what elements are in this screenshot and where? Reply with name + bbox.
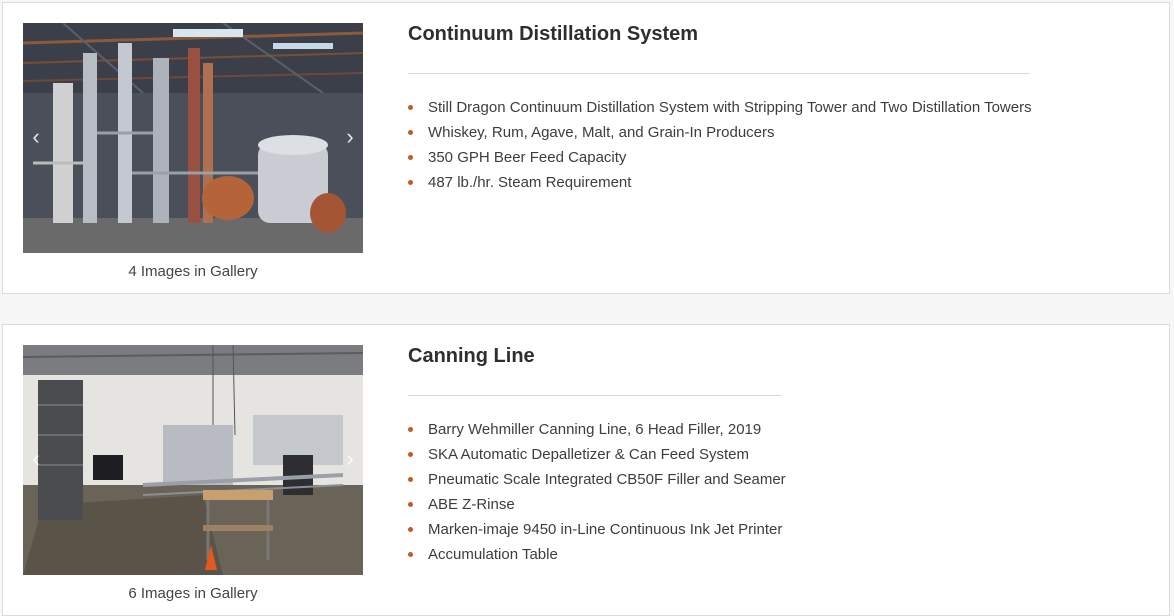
feature-text: ABE Z-Rinse [428, 496, 515, 513]
gallery-next-arrow-icon[interactable]: › [343, 125, 357, 149]
bullet-icon [408, 130, 413, 135]
bullet-icon [408, 180, 413, 185]
feature-item: Pneumatic Scale Integrated CB50F Filler … [408, 467, 786, 492]
feature-text: 350 GPH Beer Feed Capacity [428, 149, 627, 166]
listing-title: Canning Line [408, 345, 535, 367]
bullet-icon [408, 477, 413, 482]
feature-item: 487 lb./hr. Steam Requirement [408, 170, 1032, 195]
gallery-next-arrow-icon[interactable]: › [343, 447, 357, 471]
feature-text: Whiskey, Rum, Agave, Malt, and Grain-In … [428, 124, 775, 141]
feature-text: Marken-imaje 9450 in-Line Continuous Ink… [428, 521, 783, 538]
feature-text: Pneumatic Scale Integrated CB50F Filler … [428, 471, 786, 488]
bullet-icon [408, 452, 413, 457]
feature-item: Whiskey, Rum, Agave, Malt, and Grain-In … [408, 120, 1032, 145]
feature-item: Barry Wehmiller Canning Line, 6 Head Fil… [408, 417, 786, 442]
gallery-count-link[interactable]: 6 Images in Gallery [23, 585, 363, 602]
listing-title: Continuum Distillation System [408, 23, 699, 45]
bullet-icon [408, 155, 413, 160]
feature-item: ABE Z-Rinse [408, 492, 786, 517]
feature-text: Accumulation Table [428, 546, 558, 563]
feature-list: Still Dragon Continuum Distillation Syst… [408, 95, 1032, 195]
bullet-icon [408, 427, 413, 432]
feature-list: Barry Wehmiller Canning Line, 6 Head Fil… [408, 417, 786, 567]
canning-line-photo[interactable]: ‹ › [23, 345, 363, 575]
equipment-listing-card: ‹ › 4 Images in Gallery Continuum Distil… [2, 2, 1170, 294]
title-divider [408, 395, 782, 396]
bullet-icon [408, 552, 413, 557]
distillation-photo-illustration [23, 23, 363, 253]
bullet-icon [408, 527, 413, 532]
feature-item: Accumulation Table [408, 542, 786, 567]
feature-text: Still Dragon Continuum Distillation Syst… [428, 99, 1032, 116]
gallery-prev-arrow-icon[interactable]: ‹ [29, 125, 43, 149]
bullet-icon [408, 105, 413, 110]
feature-item: Still Dragon Continuum Distillation Syst… [408, 95, 1032, 120]
feature-text: SKA Automatic Depalletizer & Can Feed Sy… [428, 446, 749, 463]
feature-text: 487 lb./hr. Steam Requirement [428, 174, 632, 191]
canning-photo-illustration [23, 345, 363, 575]
feature-text: Barry Wehmiller Canning Line, 6 Head Fil… [428, 421, 762, 438]
title-divider [408, 73, 1030, 74]
feature-item: Marken-imaje 9450 in-Line Continuous Ink… [408, 517, 786, 542]
bullet-icon [408, 502, 413, 507]
distillation-system-photo[interactable]: ‹ › [23, 23, 363, 253]
gallery-count-link[interactable]: 4 Images in Gallery [23, 263, 363, 280]
feature-item: SKA Automatic Depalletizer & Can Feed Sy… [408, 442, 786, 467]
gallery-prev-arrow-icon[interactable]: ‹ [29, 447, 43, 471]
equipment-listing-card: ‹ › 6 Images in Gallery Canning Line Bar… [2, 324, 1170, 616]
feature-item: 350 GPH Beer Feed Capacity [408, 145, 1032, 170]
